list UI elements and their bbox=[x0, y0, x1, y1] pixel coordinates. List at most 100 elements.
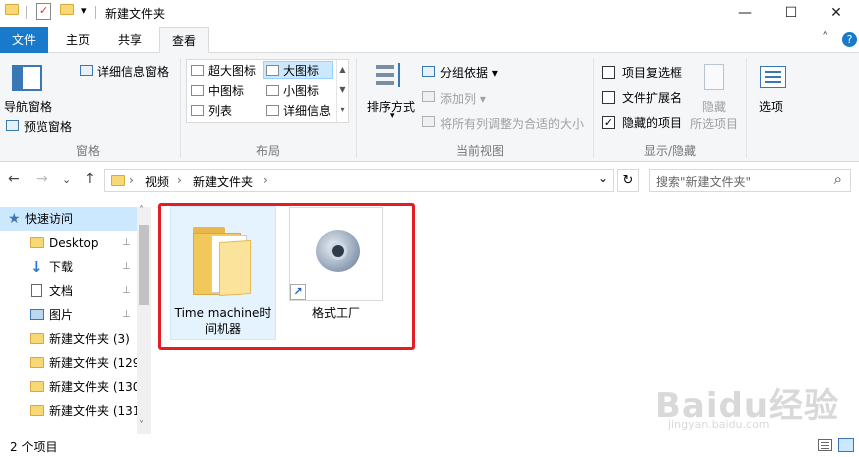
window-title: 新建文件夹 bbox=[105, 7, 166, 21]
search-icon[interactable]: ⌕ bbox=[834, 170, 842, 188]
group-label-panes: 窗格 bbox=[75, 144, 100, 158]
details-pane-button[interactable]: 详细信息窗格 bbox=[97, 63, 169, 80]
nav-pane-icon[interactable] bbox=[12, 65, 42, 91]
file-name: 间机器 bbox=[204, 322, 241, 336]
layout-list[interactable]: 列表 bbox=[189, 102, 232, 120]
layout-details[interactable]: 详细信息 bbox=[264, 102, 331, 120]
download-icon: ↓ bbox=[30, 258, 43, 276]
nav-item-desktop[interactable]: Desktop ⊥ bbox=[0, 231, 137, 255]
back-button[interactable]: ← bbox=[8, 171, 20, 187]
breadcrumb-videos[interactable]: 视频 bbox=[145, 173, 169, 190]
maximize-button[interactable]: ☐ bbox=[768, 0, 814, 26]
forward-button[interactable]: → bbox=[36, 171, 48, 187]
scroll-up-button[interactable]: ˄ bbox=[139, 205, 144, 216]
file-extensions-checkbox[interactable] bbox=[602, 91, 615, 104]
preview-pane-button[interactable]: 预览窗格 bbox=[24, 118, 72, 135]
breadcrumb-separator[interactable]: › bbox=[129, 173, 134, 187]
tab-share[interactable]: 共享 bbox=[107, 27, 153, 53]
list-icon bbox=[191, 105, 204, 116]
thumbnail: ↗ bbox=[289, 207, 383, 301]
recent-locations-button[interactable]: ⌄ bbox=[62, 173, 71, 186]
group-by-button[interactable]: 分组依据 ▾ bbox=[440, 64, 498, 81]
status-bar: 2 个项目 bbox=[0, 434, 859, 457]
group-label-show-hide: 显示/隐藏 bbox=[643, 144, 697, 158]
extra-large-icons-icon bbox=[191, 65, 204, 76]
layout-large-icons[interactable]: 大图标 bbox=[263, 61, 333, 79]
new-folder-icon[interactable] bbox=[60, 4, 74, 15]
quick-access-toolbar-dropdown[interactable]: ▾ bbox=[81, 4, 87, 17]
item-count: 2 个项目 bbox=[10, 440, 58, 454]
scroll-thumb[interactable] bbox=[139, 225, 149, 305]
pin-icon: ⊥ bbox=[122, 309, 131, 320]
file-item-time-machine[interactable]: Time machine时 间机器 bbox=[170, 206, 276, 340]
divider bbox=[95, 6, 96, 19]
format-factory-icon bbox=[316, 230, 360, 272]
folder-icon bbox=[5, 4, 19, 15]
details-view-icon[interactable] bbox=[818, 439, 832, 451]
ribbon: 导航窗格 预览窗格 详细信息窗格 窗格 超大图标 大图标 中图标 小图标 列表 … bbox=[0, 53, 859, 162]
up-button[interactable]: ↑ bbox=[84, 171, 96, 187]
tab-file[interactable]: 文件 bbox=[0, 27, 48, 53]
tab-view[interactable]: 查看 bbox=[159, 27, 209, 53]
address-bar[interactable]: › 视频 › 新建文件夹 › ⌄ bbox=[104, 169, 614, 192]
nav-item-pictures[interactable]: 图片 ⊥ bbox=[0, 303, 137, 327]
ribbon-tabs: 文件 主页 共享 查看 ˄ ? bbox=[0, 27, 859, 53]
options-button[interactable]: 选项 bbox=[759, 98, 783, 115]
star-icon: ★ bbox=[8, 211, 21, 227]
picture-icon bbox=[30, 309, 44, 320]
nav-item-quick-access[interactable]: ★ 快速访问 bbox=[0, 207, 137, 231]
hidden-items-label: 隐藏的项目 bbox=[622, 116, 683, 130]
navigation-pane: ★ 快速访问 Desktop ⊥ ↓ 下载 ⊥ 文档 ⊥ 图片 ⊥ 新建文件夹 … bbox=[0, 199, 153, 435]
nav-pane-button[interactable]: 导航窗格 bbox=[4, 98, 52, 115]
large-icons-view-icon[interactable] bbox=[838, 438, 854, 452]
help-icon[interactable]: ? bbox=[842, 32, 857, 47]
file-item-format-factory[interactable]: ↗ 格式工厂 bbox=[287, 207, 385, 329]
item-checkboxes-checkbox[interactable] bbox=[602, 66, 615, 79]
refresh-button[interactable]: ↻ bbox=[617, 169, 639, 192]
search-box[interactable]: 搜索"新建文件夹" ⌕ bbox=[649, 169, 851, 192]
scroll-down-button[interactable]: ˅ bbox=[139, 420, 144, 431]
divider bbox=[180, 58, 181, 158]
nav-pane-scrollbar[interactable]: ˄ ˅ bbox=[137, 205, 151, 435]
layout-extra-large-icons[interactable]: 超大图标 bbox=[189, 62, 256, 80]
title-bar: ✓ ▾ 新建文件夹 — ☐ ✕ bbox=[0, 0, 859, 26]
pin-icon: ⊥ bbox=[122, 285, 131, 296]
search-input[interactable]: 搜索"新建文件夹" bbox=[656, 173, 751, 190]
layout-gallery-scroll[interactable]: ▲ ▼ ▾ bbox=[336, 60, 348, 122]
folder-icon bbox=[30, 237, 44, 248]
breadcrumb-separator[interactable]: › bbox=[177, 173, 182, 187]
hidden-items-checkbox[interactable]: ✓ bbox=[602, 116, 615, 129]
large-icons-icon bbox=[266, 65, 279, 76]
layout-small-icons[interactable]: 小图标 bbox=[264, 82, 319, 100]
nav-item-folder-3[interactable]: 新建文件夹 (3) bbox=[0, 327, 137, 351]
collapse-ribbon-icon[interactable]: ˄ bbox=[822, 31, 829, 46]
pin-icon: ⊥ bbox=[122, 261, 131, 272]
file-list-view[interactable]: Time machine时 间机器 ↗ 格式工厂 Baidu经验 jingyan… bbox=[156, 199, 859, 434]
properties-icon[interactable]: ✓ bbox=[36, 3, 51, 20]
folder-icon bbox=[193, 221, 251, 297]
breadcrumb-separator[interactable]: › bbox=[263, 173, 268, 187]
tab-home[interactable]: 主页 bbox=[55, 27, 101, 53]
options-icon bbox=[760, 66, 786, 88]
group-label-layout: 布局 bbox=[255, 144, 280, 158]
nav-item-folder-131[interactable]: 新建文件夹 (131 bbox=[0, 399, 137, 423]
preview-pane-icon bbox=[6, 120, 19, 131]
nav-item-folder-129[interactable]: 新建文件夹 (129 bbox=[0, 351, 137, 375]
size-columns-button: 将所有列调整为合适的大小 bbox=[440, 117, 585, 131]
divider bbox=[356, 58, 357, 158]
nav-item-downloads[interactable]: ↓ 下载 ⊥ bbox=[0, 255, 137, 279]
nav-item-folder-130[interactable]: 新建文件夹 (130 bbox=[0, 375, 137, 399]
small-icons-icon bbox=[266, 85, 279, 96]
shortcut-arrow-icon: ↗ bbox=[290, 284, 306, 300]
nav-item-documents[interactable]: 文档 ⊥ bbox=[0, 279, 137, 303]
close-button[interactable]: ✕ bbox=[813, 0, 859, 26]
divider bbox=[593, 58, 594, 158]
minimize-button[interactable]: — bbox=[722, 0, 768, 26]
file-name: Time machine时 bbox=[174, 306, 272, 320]
layout-medium-icons[interactable]: 中图标 bbox=[189, 82, 244, 100]
address-dropdown-button[interactable]: ⌄ bbox=[598, 171, 608, 185]
watermark-url: jingyan.baidu.com bbox=[668, 418, 770, 431]
breadcrumb-new-folder[interactable]: 新建文件夹 bbox=[193, 173, 253, 190]
document-icon bbox=[31, 284, 42, 297]
sort-by-icon bbox=[376, 63, 404, 89]
